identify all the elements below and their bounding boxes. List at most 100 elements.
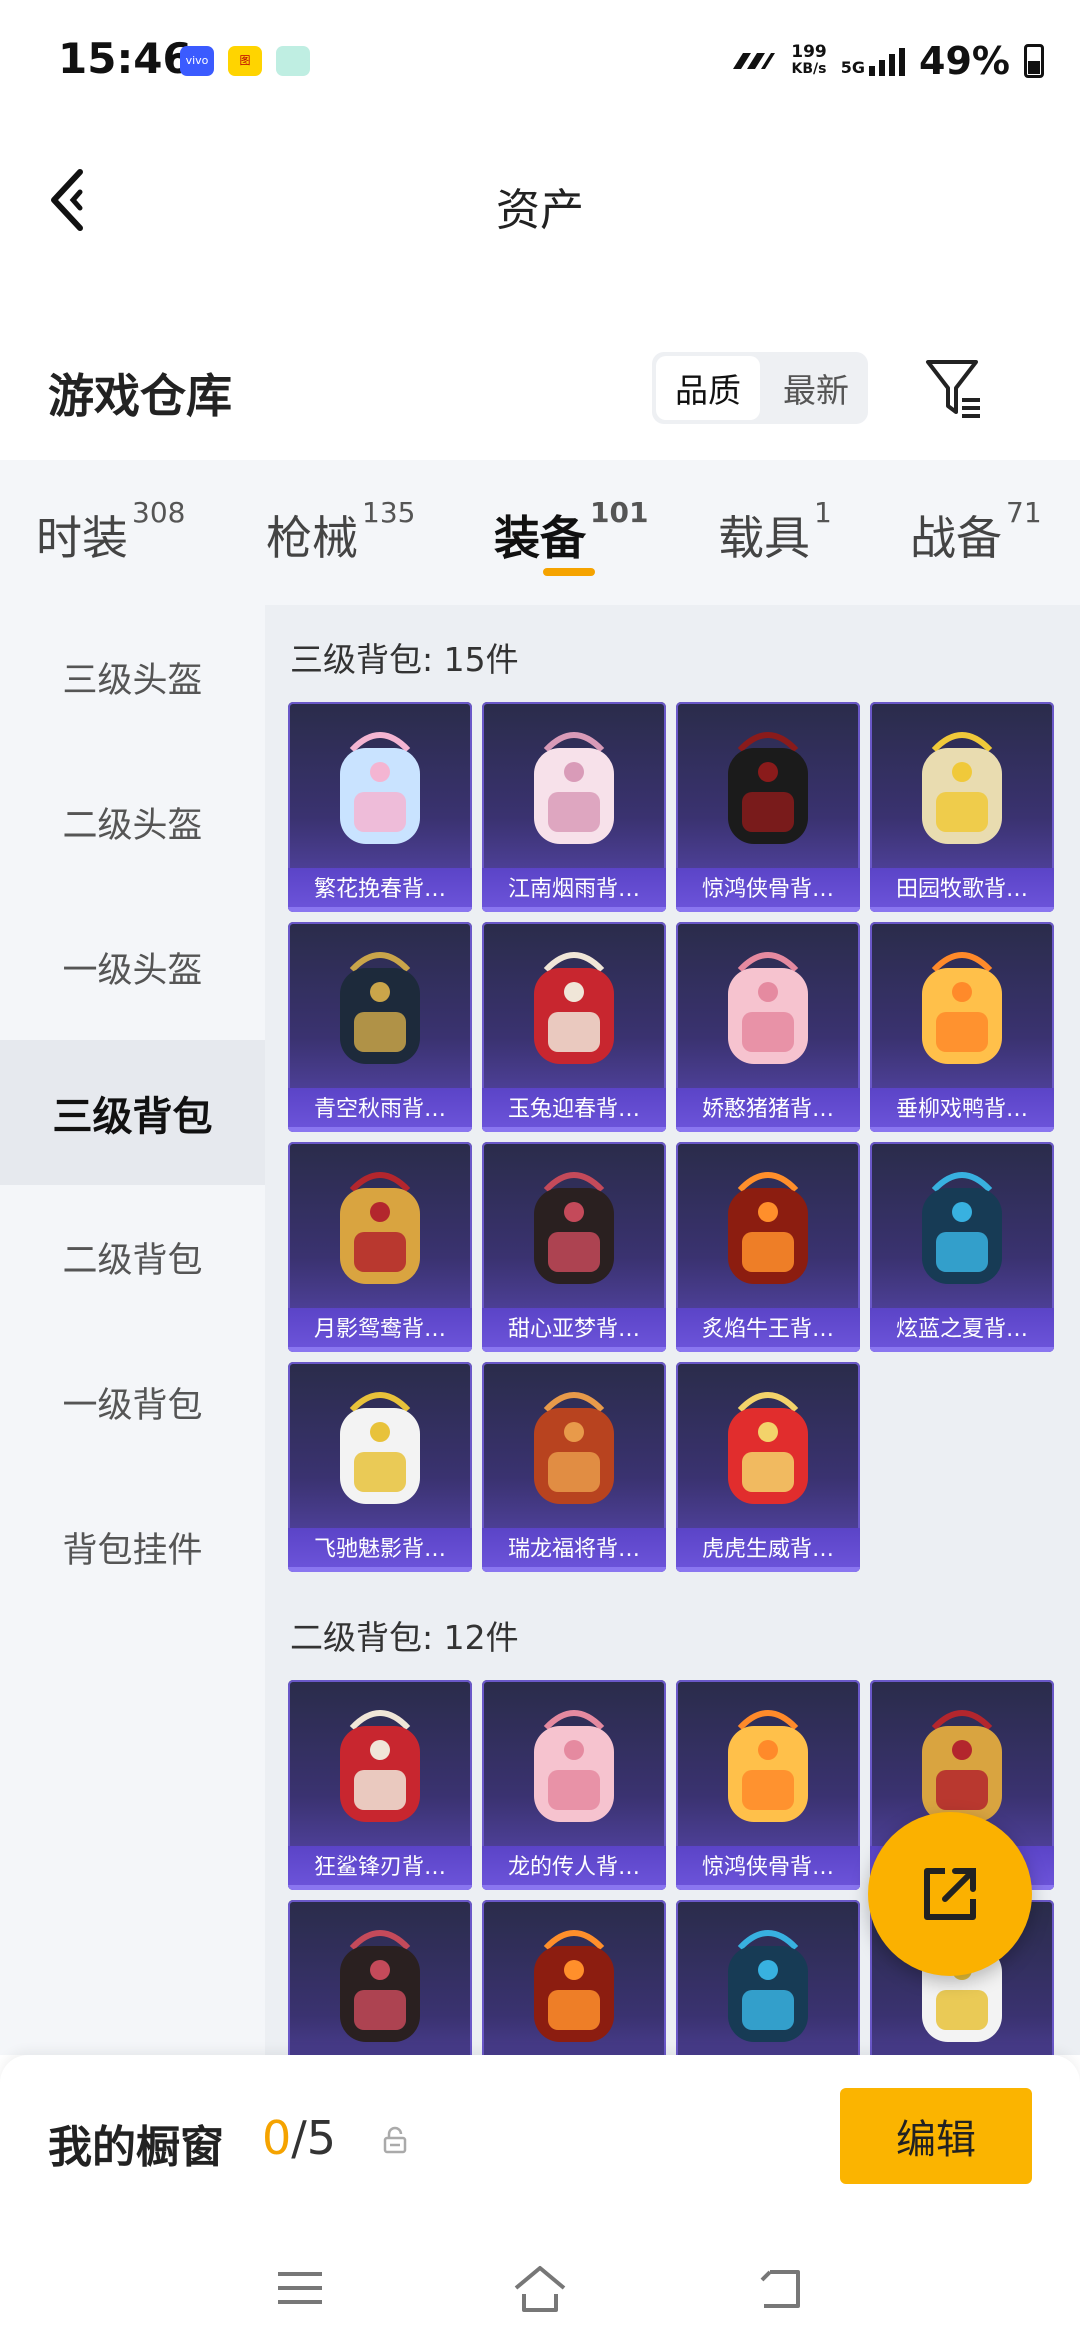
item-grid: 繁花挽春背… 江南烟雨背… 惊鸿侠骨背… 田园牧歌背… 青空秋雨背… 玉兔迎春背… 娇憨猪猪… xyxy=(288,702,1054,1572)
status-bar: 15:46 vivo 图 199 KB/s 5G 49% xyxy=(0,0,1080,120)
signal-icon xyxy=(869,46,906,76)
vivo-app-icon: vivo xyxy=(180,46,214,76)
sidebar-item-backpack-2[interactable]: 二级背包 xyxy=(0,1185,265,1330)
item-card[interactable] xyxy=(482,1900,666,2055)
item-name: 月影鸳鸯背… xyxy=(288,1308,472,1352)
backpack-image xyxy=(922,1172,1002,1284)
item-card[interactable]: 月影鸳鸯背… xyxy=(288,1142,472,1352)
sort-quality-button[interactable]: 品质 xyxy=(656,356,760,420)
network-speed: 199 KB/s xyxy=(791,42,827,78)
network-type: 5G xyxy=(841,46,906,76)
backpack-image xyxy=(922,732,1002,844)
showcase-count: 0/5 xyxy=(262,2111,337,2165)
backpack-image xyxy=(534,1710,614,1822)
backpack-image xyxy=(534,1392,614,1504)
item-name: 青空秋雨背… xyxy=(288,1088,472,1132)
item-card[interactable]: 娇憨猪猪背… xyxy=(676,922,860,1132)
item-name: 惊鸿侠骨背… xyxy=(676,868,860,912)
lock-icon xyxy=(383,2126,407,2154)
battery-icon xyxy=(1024,44,1044,78)
active-tab-indicator xyxy=(543,568,595,576)
sidebar-item-backpack-1[interactable]: 一级背包 xyxy=(0,1330,265,1475)
item-card[interactable] xyxy=(288,1900,472,2055)
tab-vehicles[interactable]: 载具 1 xyxy=(718,496,832,568)
backpack-image xyxy=(534,952,614,1064)
backpack-image xyxy=(728,732,808,844)
backpack-image xyxy=(728,1392,808,1504)
backpack-image xyxy=(340,952,420,1064)
item-card[interactable]: 炫蓝之夏背… xyxy=(870,1142,1054,1352)
item-name: 狂鲨锋刃背… xyxy=(288,1846,472,1890)
sidebar-item-backpack-pendant[interactable]: 背包挂件 xyxy=(0,1475,265,1620)
item-card[interactable]: 瑞龙福将背… xyxy=(482,1362,666,1572)
item-card[interactable]: 江南烟雨背… xyxy=(482,702,666,912)
item-card[interactable]: 垂柳戏鸭背… xyxy=(870,922,1054,1132)
backpack-image xyxy=(534,1930,614,2042)
sidebar-item-helmet-3[interactable]: 三级头盔 xyxy=(0,605,265,750)
item-name: 飞驰魅影背… xyxy=(288,1528,472,1572)
item-name: 田园牧歌背… xyxy=(870,868,1054,912)
item-card[interactable]: 田园牧歌背… xyxy=(870,702,1054,912)
item-name: 繁花挽春背… xyxy=(288,868,472,912)
item-name: 瑞龙福将背… xyxy=(482,1528,666,1572)
backpack-image xyxy=(340,1172,420,1284)
share-icon xyxy=(924,1868,976,1920)
tab-fashion[interactable]: 时装 308 xyxy=(36,496,185,568)
back-nav-icon[interactable] xyxy=(750,2258,810,2318)
section-title: 二级背包: 12件 xyxy=(290,1618,519,1657)
sidebar-item-helmet-1[interactable]: 一级头盔 xyxy=(0,895,265,1040)
section-title: 三级背包: 15件 xyxy=(290,640,519,679)
item-card[interactable]: 甜心亚梦背… xyxy=(482,1142,666,1352)
sidebar-item-backpack-3[interactable]: 三级背包 xyxy=(0,1040,265,1185)
item-name: 虎虎生威背… xyxy=(676,1528,860,1572)
item-name: 娇憨猪猪背… xyxy=(676,1088,860,1132)
item-card[interactable]: 青空秋雨背… xyxy=(288,922,472,1132)
filter-button[interactable] xyxy=(920,352,990,424)
item-card[interactable]: 飞驰魅影背… xyxy=(288,1362,472,1572)
system-nav-bar xyxy=(0,2240,1080,2340)
item-card[interactable]: 惊鸿侠骨背… xyxy=(676,1680,860,1890)
status-time: 15:46 xyxy=(58,34,192,83)
item-card[interactable]: 狂鲨锋刃背… xyxy=(288,1680,472,1890)
item-card[interactable]: 惊鸿侠骨背… xyxy=(676,702,860,912)
backpack-image xyxy=(728,1930,808,2042)
backpack-image xyxy=(922,952,1002,1064)
item-card[interactable]: 繁花挽春背… xyxy=(288,702,472,912)
backpack-image xyxy=(728,1710,808,1822)
backpack-image xyxy=(340,1710,420,1822)
item-card[interactable] xyxy=(676,1900,860,2055)
tab-supplies[interactable]: 战备 71 xyxy=(910,496,1042,568)
warehouse-title: 游戏仓库 xyxy=(48,369,232,423)
tab-guns[interactable]: 枪械 135 xyxy=(266,496,415,568)
item-card[interactable]: 炙焰牛王背… xyxy=(676,1142,860,1352)
sort-latest-button[interactable]: 最新 xyxy=(764,352,868,424)
menu-icon[interactable] xyxy=(270,2258,330,2318)
battery-percent: 49% xyxy=(919,39,1010,83)
item-card[interactable]: 玉兔迎春背… xyxy=(482,922,666,1132)
category-tabs: 时装 308 枪械 135 装备 101 载具 1 战备 71 xyxy=(0,460,1080,605)
backpack-image xyxy=(340,1930,420,2042)
home-icon[interactable] xyxy=(510,2258,570,2318)
share-button[interactable] xyxy=(868,1812,1032,1976)
backpack-image xyxy=(728,1172,808,1284)
page-title: 资产 xyxy=(496,185,584,236)
message-app-icon xyxy=(276,46,310,76)
item-name: 惊鸿侠骨背… xyxy=(676,1846,860,1890)
backpack-image xyxy=(340,732,420,844)
notification-app-icon: 图 xyxy=(228,46,262,76)
item-card[interactable]: 虎虎生威背… xyxy=(676,1362,860,1572)
backpack-image xyxy=(534,732,614,844)
tab-equipment[interactable]: 装备 101 xyxy=(494,496,648,568)
sidebar: 三级头盔 二级头盔 一级头盔 三级背包 二级背包 一级背包 背包挂件 xyxy=(0,605,265,2055)
edit-button[interactable]: 编辑 xyxy=(840,2088,1032,2184)
item-name: 玉兔迎春背… xyxy=(482,1088,666,1132)
item-name: 龙的传人背… xyxy=(482,1846,666,1890)
item-card[interactable]: 龙的传人背… xyxy=(482,1680,666,1890)
item-name: 垂柳戏鸭背… xyxy=(870,1088,1054,1132)
showcase-panel: 我的橱窗 0/5 编辑 xyxy=(0,2055,1080,2344)
item-name: 江南烟雨背… xyxy=(482,868,666,912)
sidebar-item-helmet-2[interactable]: 二级头盔 xyxy=(0,750,265,895)
backpack-image xyxy=(728,952,808,1064)
sort-toggle: 品质 最新 xyxy=(652,352,868,424)
backpack-image xyxy=(534,1172,614,1284)
